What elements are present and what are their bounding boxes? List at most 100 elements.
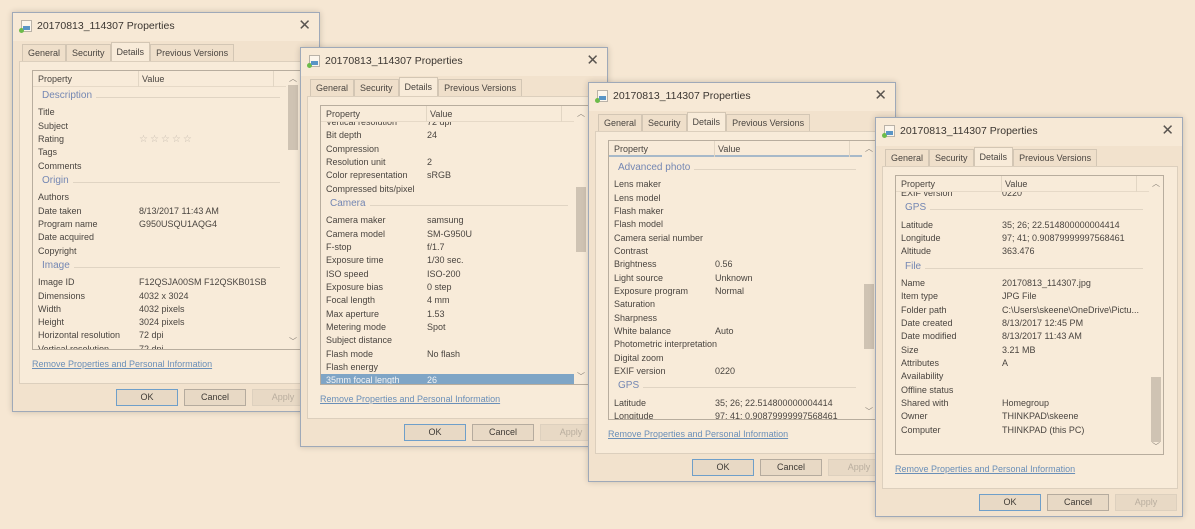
remove-properties-link[interactable]: Remove Properties and Personal Informati… <box>895 464 1075 474</box>
ok-button[interactable]: OK <box>116 389 178 406</box>
property-row[interactable]: Focal length 4 mm <box>321 294 574 307</box>
apply-button[interactable]: Apply <box>1115 494 1177 511</box>
properties-list[interactable]: Advanced photo Lens maker Lens model Flash … <box>608 140 877 420</box>
tab-details[interactable]: Details <box>686 112 727 132</box>
property-row[interactable]: Latitude 35; 26; 22.514800000004414 <box>609 397 862 410</box>
group-heading[interactable]: Description <box>33 88 286 106</box>
property-row[interactable]: EXIF version 0220 <box>609 365 862 378</box>
property-row[interactable]: Flash maker <box>609 205 862 218</box>
remove-properties-link[interactable]: Remove Properties and Personal Informati… <box>320 394 500 404</box>
property-row[interactable]: Color representation sRGB <box>321 169 574 182</box>
tab-details[interactable]: Details <box>398 77 439 97</box>
property-row[interactable]: Tags <box>33 146 286 159</box>
column-header-value[interactable]: Value <box>138 71 164 87</box>
vertical-scrollbar[interactable]: ︿ ﹀ <box>574 106 588 384</box>
scroll-up-icon[interactable]: ︿ <box>577 108 585 119</box>
vertical-scrollbar[interactable]: ︿ ﹀ <box>286 71 300 349</box>
title-bar[interactable]: 20170813_114307 Properties ✕ <box>13 13 319 41</box>
property-row[interactable]: Flash model <box>609 218 862 231</box>
scrollbar-thumb[interactable] <box>288 85 298 150</box>
scrollbar-thumb[interactable] <box>1151 377 1161 442</box>
column-header-property[interactable]: Property <box>901 179 935 189</box>
tab-security[interactable]: Security <box>642 114 687 131</box>
property-row[interactable]: Bit depth 24 <box>321 129 574 142</box>
cancel-button[interactable]: Cancel <box>1047 494 1109 511</box>
property-row[interactable]: Size 3.21 MB <box>896 344 1149 357</box>
property-row[interactable]: Image ID F12QSJA00SM F12QSKB01SB <box>33 276 286 289</box>
property-row[interactable]: Date created 8/13/2017 12:45 PM <box>896 317 1149 330</box>
scroll-up-icon[interactable]: ︿ <box>289 73 297 84</box>
close-button[interactable]: ✕ <box>586 51 599 69</box>
property-row[interactable]: Computer THINKPAD (this PC) <box>896 424 1149 437</box>
property-row[interactable]: Light source Unknown <box>609 272 862 285</box>
properties-list[interactable]: Vertical resolution 72 dpi Bit depth 24 Comp… <box>320 105 589 385</box>
property-row[interactable]: Lens model <box>609 192 862 205</box>
property-row[interactable]: Item type JPG File <box>896 290 1149 303</box>
title-bar[interactable]: 20170813_114307 Properties ✕ <box>301 48 607 76</box>
property-row[interactable]: Photometric interpretation <box>609 338 862 351</box>
close-button[interactable]: ✕ <box>1161 121 1174 139</box>
group-heading[interactable]: GPS <box>896 200 1149 218</box>
tab-general[interactable]: General <box>598 114 643 131</box>
property-row[interactable]: Folder path C:\Users\skeene\OneDrive\Pict… <box>896 304 1149 317</box>
property-row[interactable]: Vertical resolution 72 dpi <box>33 343 286 349</box>
property-row[interactable]: Dimensions 4032 x 3024 <box>33 290 286 303</box>
vertical-scrollbar[interactable]: ︿ ﹀ <box>1149 176 1163 454</box>
property-row[interactable]: Exposure time 1/30 sec. <box>321 254 574 267</box>
property-row[interactable]: Attributes A <box>896 357 1149 370</box>
tab-details[interactable]: Details <box>973 147 1014 167</box>
property-row[interactable]: Longitude 97; 41; 0.90879999997568461 <box>609 410 862 419</box>
property-row[interactable]: Lens maker <box>609 178 862 191</box>
scrollbar-thumb[interactable] <box>864 284 874 350</box>
property-row[interactable]: 35mm focal length 26 <box>321 374 574 384</box>
property-row[interactable]: Width 4032 pixels <box>33 303 286 316</box>
remove-properties-link[interactable]: Remove Properties and Personal Informati… <box>608 429 788 439</box>
group-heading[interactable]: File <box>896 259 1149 277</box>
property-row[interactable]: Altitude 363.476 <box>896 245 1149 258</box>
scroll-up-icon[interactable]: ︿ <box>865 143 873 154</box>
scroll-down-icon[interactable]: ﹀ <box>577 371 585 382</box>
remove-properties-link[interactable]: Remove Properties and Personal Informati… <box>32 359 212 369</box>
column-header-property[interactable]: Property <box>38 74 72 84</box>
property-row[interactable]: Date taken 8/13/2017 11:43 AM <box>33 205 286 218</box>
property-row[interactable]: Compression <box>321 143 574 156</box>
property-row[interactable]: Longitude 97; 41; 0.90879999997568461 <box>896 232 1149 245</box>
column-header-value[interactable]: Value <box>1001 176 1027 192</box>
ok-button[interactable]: OK <box>692 459 754 476</box>
property-row[interactable]: Camera serial number <box>609 232 862 245</box>
property-row[interactable]: Comments <box>33 160 286 173</box>
rating-stars[interactable]: ☆☆☆☆☆ <box>139 133 194 146</box>
ok-button[interactable]: OK <box>979 494 1041 511</box>
property-row[interactable]: Exposure bias 0 step <box>321 281 574 294</box>
scroll-down-icon[interactable]: ﹀ <box>1152 441 1160 452</box>
property-row[interactable]: Offline status <box>896 384 1149 397</box>
property-row[interactable]: Metering mode Spot <box>321 321 574 334</box>
cancel-button[interactable]: Cancel <box>472 424 534 441</box>
property-row[interactable]: Title <box>33 106 286 119</box>
property-row[interactable]: Compressed bits/pixel <box>321 183 574 196</box>
tab-general[interactable]: General <box>310 79 355 96</box>
property-row[interactable]: Contrast <box>609 245 862 258</box>
property-row[interactable]: Camera maker samsung <box>321 214 574 227</box>
property-row[interactable]: Date modified 8/13/2017 11:43 AM <box>896 330 1149 343</box>
group-heading[interactable]: Advanced photo <box>609 160 862 178</box>
property-row[interactable]: Authors <box>33 191 286 204</box>
group-heading[interactable]: GPS <box>609 378 862 396</box>
property-row[interactable]: Exposure program Normal <box>609 285 862 298</box>
group-heading[interactable]: Origin <box>33 173 286 191</box>
scroll-up-icon[interactable]: ︿ <box>1152 178 1160 189</box>
tab-security[interactable]: Security <box>66 44 111 61</box>
property-row[interactable]: Name 20170813_114307.jpg <box>896 277 1149 290</box>
title-bar[interactable]: 20170813_114307 Properties ✕ <box>589 83 895 111</box>
property-row[interactable]: White balance Auto <box>609 325 862 338</box>
group-heading[interactable]: Image <box>33 258 286 276</box>
column-header-value[interactable]: Value <box>426 106 452 122</box>
tab-security[interactable]: Security <box>929 149 974 166</box>
group-heading[interactable]: Camera <box>321 196 574 214</box>
column-header-value[interactable]: Value <box>714 141 740 157</box>
close-button[interactable]: ✕ <box>874 86 887 104</box>
property-row[interactable]: Program name G950USQU1AQG4 <box>33 218 286 231</box>
close-button[interactable]: ✕ <box>298 16 311 34</box>
property-row[interactable]: F-stop f/1.7 <box>321 241 574 254</box>
ok-button[interactable]: OK <box>404 424 466 441</box>
